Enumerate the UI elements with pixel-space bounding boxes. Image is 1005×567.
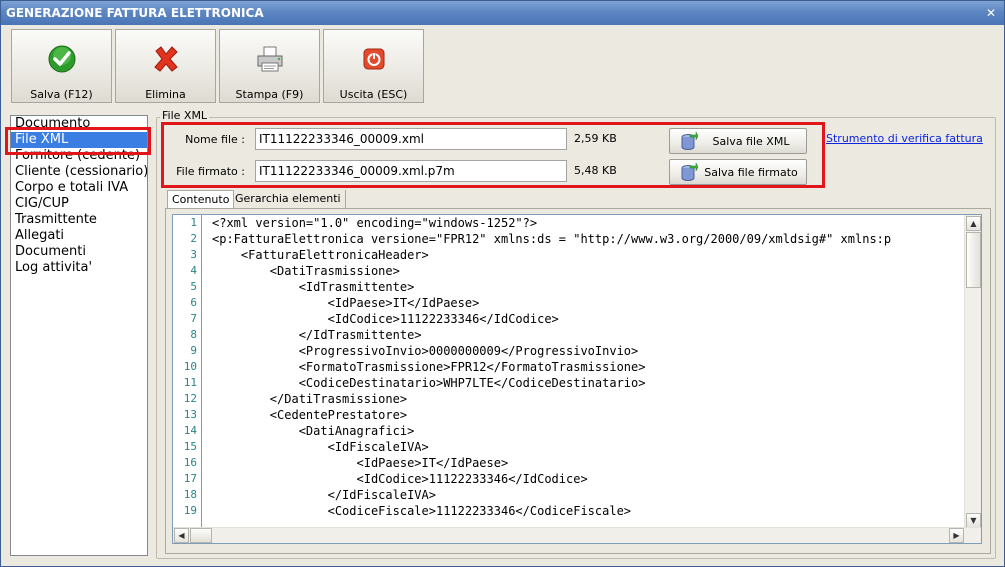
selection-highlight-frame (5, 127, 151, 155)
save-button[interactable]: Salva (F12) (11, 29, 112, 103)
code-area[interactable]: <?xml version="1.0" encoding="windows-12… (212, 215, 966, 529)
delete-x-icon (153, 46, 178, 72)
sidebar-item-allegati[interactable]: Allegati (11, 228, 147, 244)
sidebar-item-corpo-totali-iva[interactable]: Corpo e totali IVA (11, 180, 147, 196)
tab-gerarchia-elementi[interactable]: Gerarchia elementi (231, 190, 346, 209)
tab-contenuto[interactable]: Contenuto (167, 190, 235, 209)
printer-icon (257, 46, 282, 72)
line-number: 5 (190, 280, 197, 293)
code-line: <CodiceDestinatario>WHP7LTE</CodiceDesti… (212, 376, 646, 390)
verify-invoice-link[interactable]: Strumento di verifica fattura (826, 132, 983, 145)
code-line: <IdCodice>11122233346</IdCodice> (212, 312, 559, 326)
print-button-label: Stampa (F9) (235, 88, 304, 101)
line-number: 9 (190, 344, 197, 357)
line-number: 8 (190, 328, 197, 341)
scroll-left-icon[interactable]: ◀ (174, 528, 189, 543)
horizontal-scroll-thumb[interactable] (190, 528, 212, 543)
line-number: 6 (190, 296, 197, 309)
exit-button-label: Uscita (ESC) (339, 88, 408, 101)
line-number: 19 (183, 504, 197, 517)
line-number: 17 (183, 472, 197, 485)
exit-button[interactable]: Uscita (ESC) (323, 29, 424, 103)
scroll-down-icon[interactable]: ▼ (966, 513, 981, 528)
xml-editor[interactable]: 1 2 3 4 5 6 7 8 9 10 11 12 13 14 15 16 17 18 19 <?xml vers… (172, 214, 982, 544)
code-line: <p:FatturaElettronica versione="FPR12" x… (212, 232, 892, 246)
close-icon[interactable]: ✕ (984, 6, 998, 20)
print-button[interactable]: Stampa (F9) (219, 29, 320, 103)
line-number: 16 (183, 456, 197, 469)
line-number: 11 (183, 376, 197, 389)
line-number-gutter: 1 2 3 4 5 6 7 8 9 10 11 12 13 14 15 16 17 18 19 (173, 215, 202, 529)
sidebar-item-log-attivita[interactable]: Log attivita' (11, 260, 147, 276)
check-icon (48, 45, 75, 73)
code-line: <FormatoTrasmissione>FPR12</FormatoTrasm… (212, 360, 646, 374)
group-title: File XML (160, 109, 210, 122)
code-line: </IdTrasmittente> (212, 328, 422, 342)
code-line: <IdCodice>11122233346</IdCodice> (212, 472, 588, 486)
line-number: 3 (190, 248, 197, 261)
line-number: 12 (183, 392, 197, 405)
code-line: <CedentePrestatore> (212, 408, 408, 422)
code-line: </DatiTrasmissione> (212, 392, 408, 406)
sidebar-item-cliente[interactable]: Cliente (cessionario) (11, 164, 147, 180)
line-number: 1 (190, 216, 197, 229)
horizontal-scrollbar[interactable]: ◀ ▶ (173, 527, 981, 543)
code-line: <?xml version="1.0" encoding="windows-12… (212, 216, 538, 230)
delete-button[interactable]: Elimina (115, 29, 216, 103)
code-line: <IdTrasmittente> (212, 280, 415, 294)
power-icon (363, 48, 384, 70)
main-window: GENERAZIONE FATTURA ELETTRONICA ✕ Salva … (0, 0, 1005, 567)
sidebar-item-cig-cup[interactable]: CIG/CUP (11, 196, 147, 212)
title-bar: GENERAZIONE FATTURA ELETTRONICA ✕ (1, 1, 1004, 25)
code-line: <CodiceFiscale>11122233346</CodiceFiscal… (212, 504, 632, 518)
scroll-right-icon[interactable]: ▶ (949, 528, 964, 543)
line-number: 10 (183, 360, 197, 373)
line-number: 15 (183, 440, 197, 453)
line-number: 14 (183, 424, 197, 437)
window-title: GENERAZIONE FATTURA ELETTRONICA (6, 6, 264, 20)
code-line: <IdFiscaleIVA> (212, 440, 429, 454)
sidebar-item-trasmittente[interactable]: Trasmittente (11, 212, 147, 228)
code-line: <IdPaese>IT</IdPaese> (212, 296, 480, 310)
code-line: </IdFiscaleIVA> (212, 488, 436, 502)
code-line: <DatiAnagrafici> (212, 424, 415, 438)
line-number: 18 (183, 488, 197, 501)
line-number: 2 (190, 232, 197, 245)
line-number: 13 (183, 408, 197, 421)
line-number: 4 (190, 264, 197, 277)
scroll-up-icon[interactable]: ▲ (966, 216, 981, 231)
vertical-scrollbar[interactable]: ▲ ▼ (964, 215, 981, 529)
fields-highlight-frame (161, 122, 825, 188)
code-line: <IdPaese>IT</IdPaese> (212, 456, 509, 470)
delete-button-label: Elimina (145, 88, 186, 101)
sidebar-item-documenti[interactable]: Documenti (11, 244, 147, 260)
code-line: <FatturaElettronicaHeader> (212, 248, 429, 262)
code-line: <ProgressivoInvio>0000000009</Progressiv… (212, 344, 639, 358)
code-line: <DatiTrasmissione> (212, 264, 400, 278)
section-list[interactable]: Documento File XML Fornitore (cedente) C… (10, 115, 148, 556)
save-button-label: Salva (F12) (30, 88, 93, 101)
line-number: 7 (190, 312, 197, 325)
vertical-scroll-thumb[interactable] (966, 232, 981, 288)
